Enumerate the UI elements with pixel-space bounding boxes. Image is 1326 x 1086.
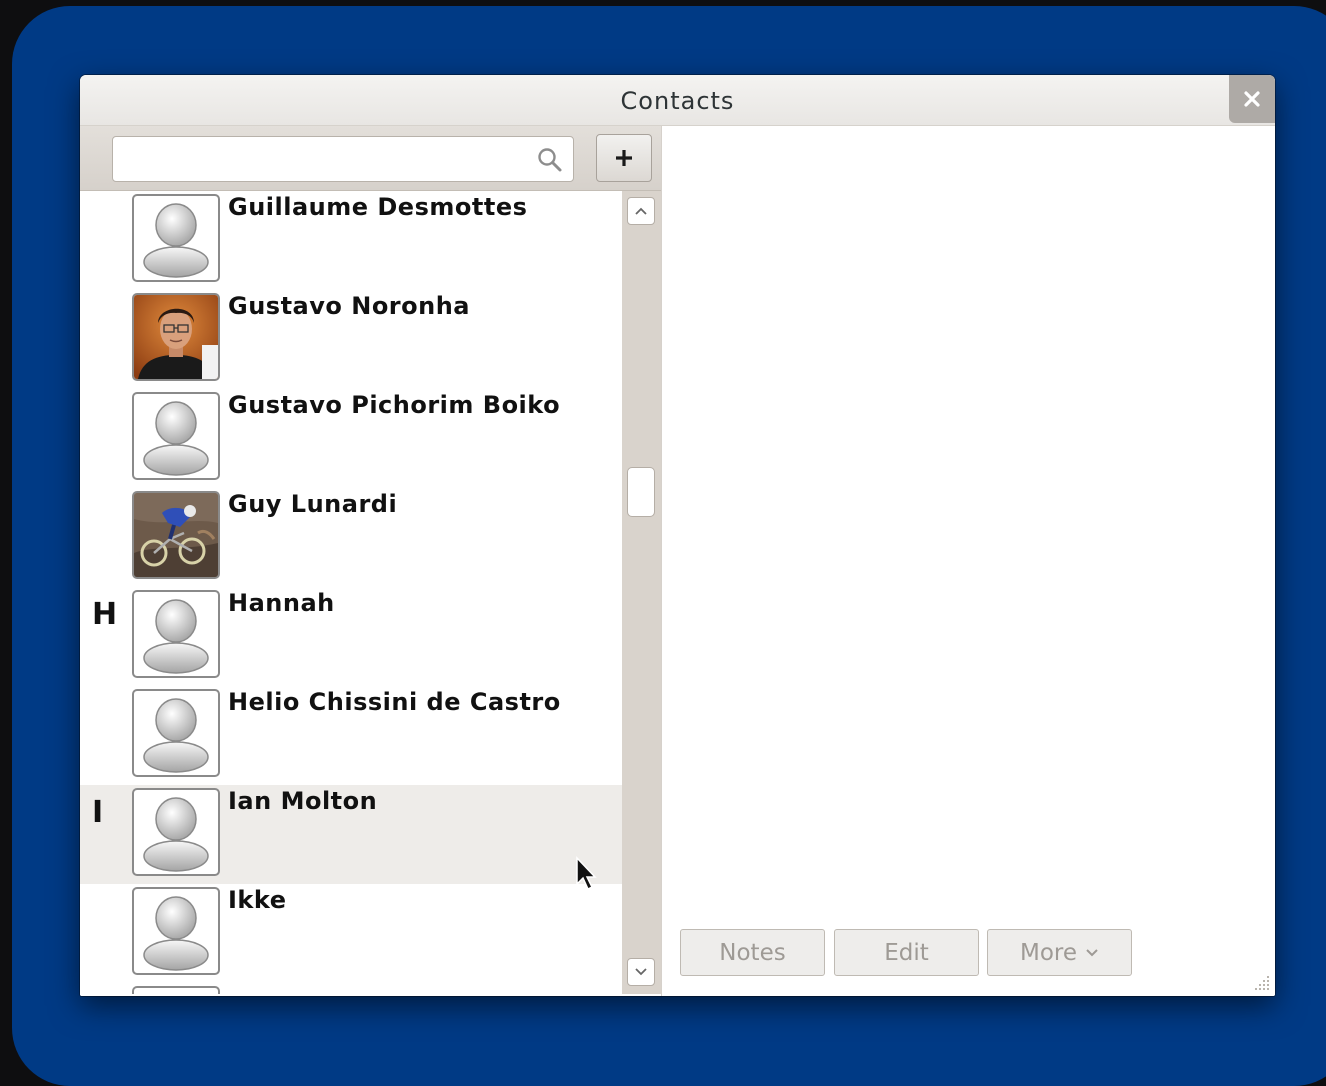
- index-letter: H: [92, 597, 118, 632]
- contact-name: Guy Lunardi: [228, 490, 398, 518]
- default-person-icon: [143, 599, 209, 674]
- contact-name: Helio Chissini de Castro: [228, 688, 561, 716]
- search-input[interactable]: [112, 136, 574, 182]
- contact-row[interactable]: Guy Lunardi: [80, 488, 622, 587]
- scrollbar-thumb[interactable]: [627, 466, 655, 517]
- contact-row[interactable]: Ikke: [80, 884, 622, 983]
- contact-name: Guillaume Desmottes: [228, 193, 528, 221]
- contact-row-selected[interactable]: I Ian Molton: [80, 785, 622, 884]
- contact-name: Ian Molton: [228, 787, 378, 815]
- default-person-icon: [143, 896, 209, 971]
- more-button[interactable]: More: [987, 929, 1132, 976]
- default-person-icon: [143, 797, 209, 872]
- default-person-icon: [143, 401, 209, 476]
- add-contact-button[interactable]: [596, 134, 652, 182]
- avatar: [132, 986, 220, 994]
- notes-button[interactable]: Notes: [680, 929, 825, 976]
- avatar: [132, 194, 220, 282]
- more-label: More: [1019, 939, 1078, 966]
- default-person-icon: [143, 698, 209, 773]
- contact-details-pane: Notes Edit More: [662, 126, 1275, 996]
- search-icon: [538, 148, 562, 172]
- contact-list[interactable]: Guillaume Desmottes Gustavo Noronha Gust…: [80, 191, 622, 994]
- chevron-down-icon: [635, 968, 647, 976]
- avatar: [132, 788, 220, 876]
- plus-icon: [616, 150, 632, 166]
- contact-list-pane: Guillaume Desmottes Gustavo Noronha Gust…: [80, 126, 661, 996]
- scroll-up-button[interactable]: [627, 197, 655, 225]
- close-icon: [1244, 91, 1260, 107]
- contact-row-partial[interactable]: [80, 983, 622, 994]
- contact-row[interactable]: Guillaume Desmottes: [80, 191, 622, 290]
- chevron-up-icon: [635, 207, 647, 215]
- scroll-down-button[interactable]: [627, 958, 655, 986]
- notes-label: Notes: [719, 939, 786, 966]
- resize-grip-icon[interactable]: [1251, 972, 1271, 992]
- avatar: [132, 293, 220, 381]
- contact-row[interactable]: Gustavo Pichorim Boiko: [80, 389, 622, 488]
- avatar: [132, 689, 220, 777]
- default-person-icon: [143, 203, 209, 278]
- photo-mountain-bike-icon: [134, 493, 218, 577]
- list-toolbar: [80, 126, 661, 191]
- contact-row[interactable]: Gustavo Noronha: [80, 290, 622, 389]
- contact-name: Gustavo Noronha: [228, 292, 470, 320]
- contact-name: Hannah: [228, 589, 335, 617]
- chevron-down-icon: [1086, 948, 1098, 956]
- avatar: [132, 491, 220, 579]
- titlebar[interactable]: Contacts: [80, 75, 1275, 126]
- contacts-window: Contacts Guillaume Desmottes Gustavo Nor…: [80, 75, 1275, 996]
- index-letter: I: [92, 795, 104, 830]
- close-button[interactable]: [1229, 75, 1275, 123]
- avatar: [132, 392, 220, 480]
- contact-row[interactable]: H Hannah: [80, 587, 622, 686]
- avatar: [132, 590, 220, 678]
- window-title: Contacts: [620, 87, 735, 115]
- edit-label: Edit: [884, 939, 929, 966]
- edit-button[interactable]: Edit: [834, 929, 979, 976]
- avatar: [132, 887, 220, 975]
- contact-row[interactable]: Helio Chissini de Castro: [80, 686, 622, 785]
- contact-name: Gustavo Pichorim Boiko: [228, 391, 561, 419]
- contact-list-scrollbar[interactable]: [622, 191, 661, 994]
- photo-portrait-icon: [134, 295, 218, 379]
- mouse-pointer-icon: [576, 856, 597, 891]
- contact-name: Ikke: [228, 886, 287, 914]
